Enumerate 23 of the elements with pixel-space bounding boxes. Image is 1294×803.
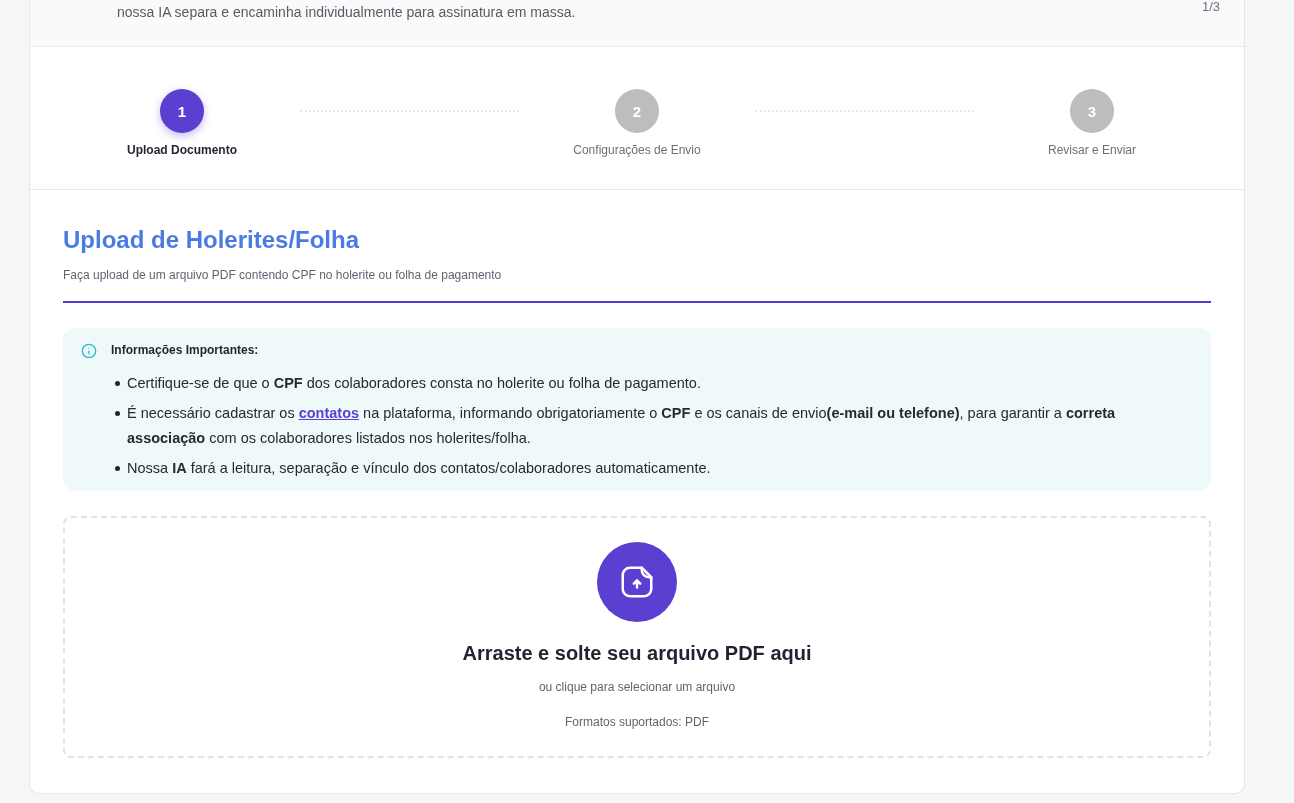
bullet-icon [115,466,120,471]
info-item-text: Certifique-se de que o CPF dos colaboradores consta no holerite ou folha de pagamento. [127,374,701,393]
step-circle: 1 [160,89,204,133]
section-subtitle: Faça upload de um arquivo PDF contendo CPF no holerite ou folha de pagamento [63,267,503,283]
section-title: Upload de Holerites/Folha [63,225,361,255]
dropzone-hint: ou clique para selecionar um arquivo [538,679,736,695]
step-label: Upload Documento [127,143,237,157]
dropzone-title: Arraste e solte seu arquivo PDF aqui [462,641,812,666]
step-circle: 3 [1070,89,1114,133]
info-item-text: Nossa IA fará a leitura, separação e vínculo dos contatos/colaboradores automaticamente. [127,459,711,478]
info-item-text: É necessário cadastrar os contatos na plataforma, informando obrigatoriamente o CPF e os canais de envio(e-mail ou telefone), para garantir a correta associação com os colaboradores listados nos holerites/folha. [127,404,1117,448]
step-counter: 1/3 [1201,0,1220,13]
step-circle: 2 [615,89,659,133]
upload-dropzone[interactable]: Arraste e solte seu arquivo PDF aqui ou clique para selecionar um arquivo Formatos suportados: PDF [63,516,1211,758]
info-title: Informações Importantes: [111,343,259,357]
supported-formats: Formatos suportados: PDF [564,714,710,730]
header-description: nossa IA separa e encaminha individualmente para assinatura em massa. [117,3,576,21]
bullet-icon [115,411,120,416]
contacts-link[interactable]: contatos [298,405,360,421]
bullet-icon [115,381,120,386]
step-label: Revisar e Enviar [1048,143,1136,157]
info-icon [81,343,97,359]
step-label: Configurações de Envio [573,143,701,157]
